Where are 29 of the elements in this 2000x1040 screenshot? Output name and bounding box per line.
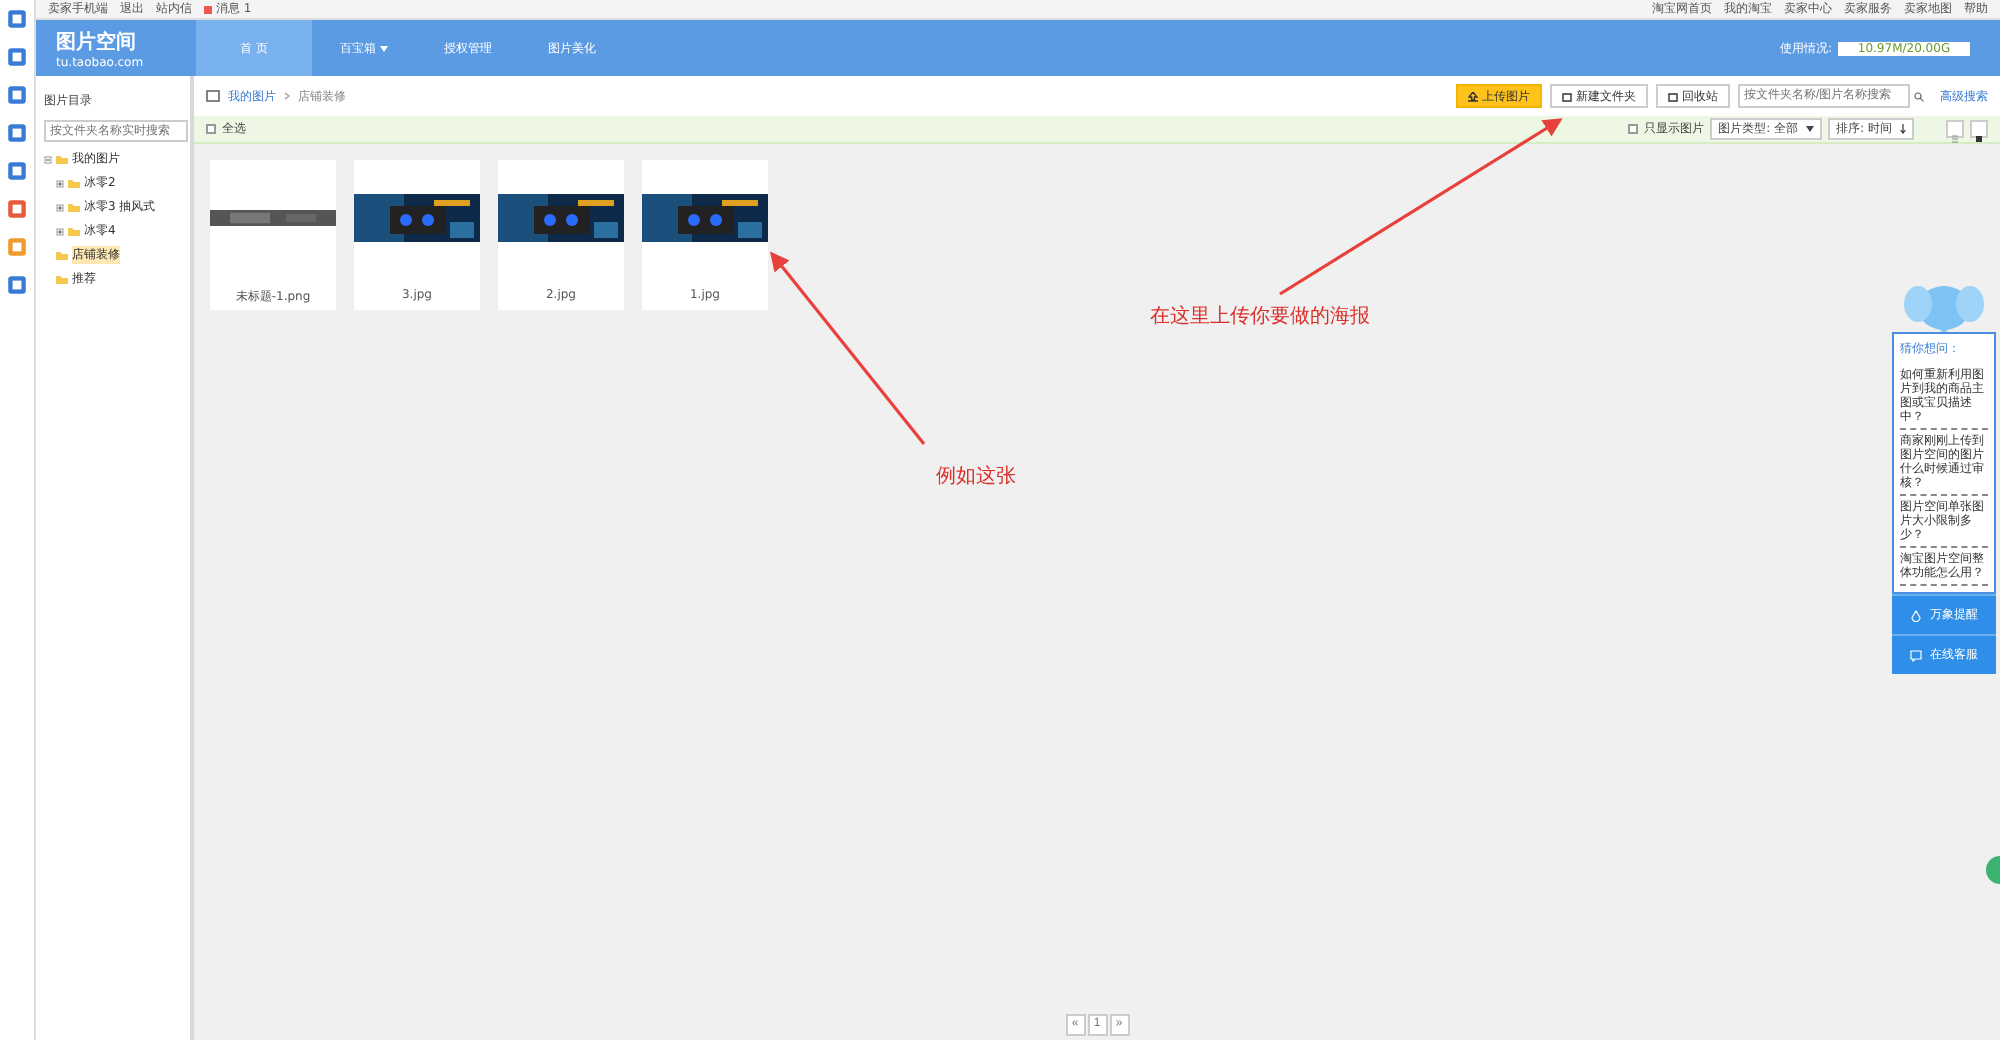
sort-arrow-icon bbox=[1900, 124, 1906, 134]
app-icon[interactable] bbox=[6, 198, 28, 220]
search-icon bbox=[1914, 91, 1924, 101]
elephant-mascot-drawing bbox=[1904, 280, 1984, 332]
image-icon bbox=[206, 90, 220, 102]
checkbox[interactable] bbox=[1628, 124, 1639, 134]
chat-icon bbox=[1910, 649, 1922, 661]
drop-icon bbox=[1910, 609, 1922, 621]
chat-bubble-icon[interactable] bbox=[1984, 856, 2000, 884]
logo: 图片空间 bbox=[56, 29, 138, 55]
mail-icon bbox=[204, 5, 212, 13]
expand-icon[interactable] bbox=[56, 179, 64, 187]
annotation-text: 在这里上传你要做的海报 bbox=[1150, 303, 1370, 330]
app-icon[interactable] bbox=[6, 236, 28, 258]
checkbox[interactable] bbox=[206, 124, 216, 134]
expand-icon[interactable] bbox=[56, 203, 64, 211]
chevron-icon bbox=[284, 92, 290, 100]
grid-view-button[interactable] bbox=[1970, 120, 1988, 138]
upload-icon bbox=[1468, 91, 1478, 101]
expand-icon[interactable] bbox=[56, 227, 64, 235]
app-icon[interactable] bbox=[6, 84, 28, 106]
app-icon[interactable] bbox=[6, 122, 28, 144]
app-icon[interactable] bbox=[6, 160, 28, 182]
app-icon[interactable] bbox=[6, 8, 28, 30]
app-icon[interactable] bbox=[6, 274, 28, 296]
app-icon[interactable] bbox=[6, 46, 28, 68]
annotation-text: 例如这张 bbox=[936, 463, 1016, 490]
caret-icon bbox=[1806, 126, 1815, 132]
collapse-icon[interactable] bbox=[44, 155, 52, 163]
